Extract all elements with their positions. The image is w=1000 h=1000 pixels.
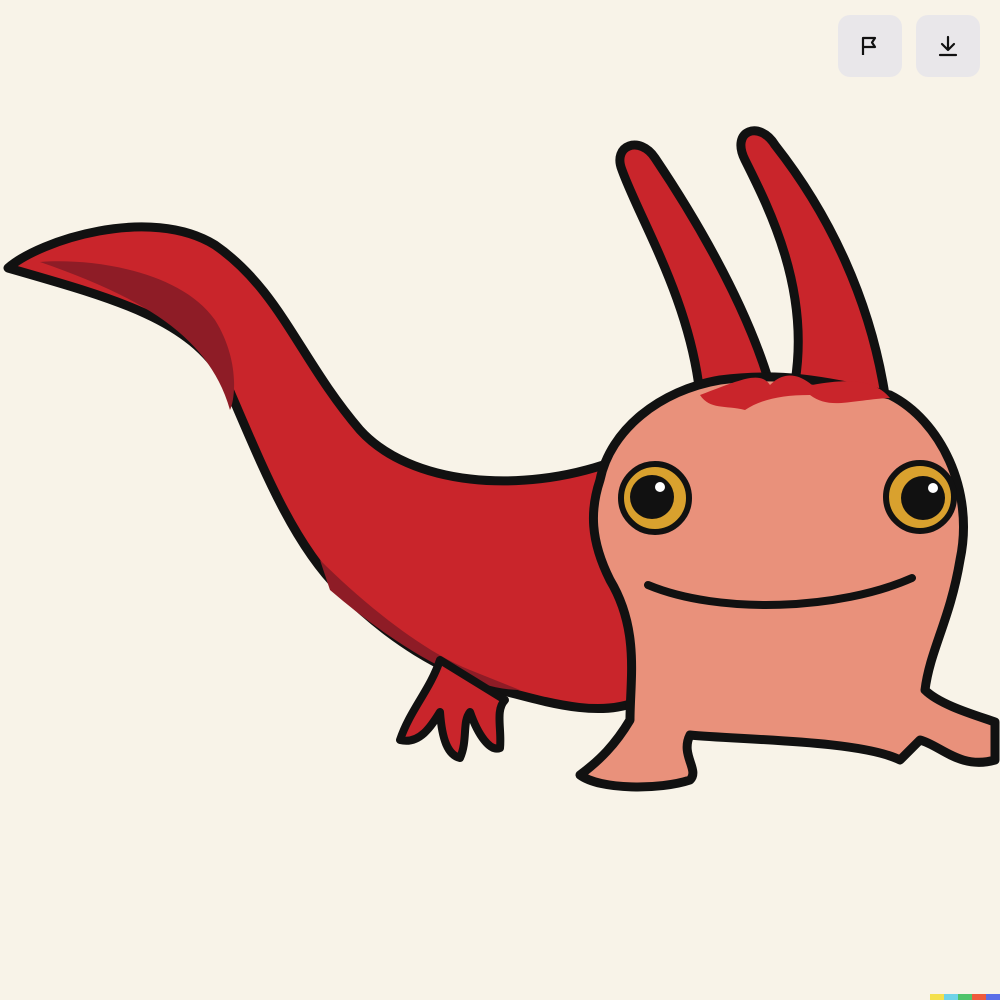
- signature-color-bar: [930, 994, 1000, 1000]
- flag-icon: [861, 36, 877, 55]
- image-viewer: [0, 0, 1000, 1000]
- axolotl-horns: [615, 126, 890, 400]
- signature-swatch: [986, 994, 1000, 1000]
- download-button[interactable]: [916, 15, 980, 77]
- signature-swatch: [930, 994, 944, 1000]
- download-icon: [938, 35, 958, 57]
- axolotl-body: [3, 222, 645, 714]
- image-toolbar: [838, 15, 980, 77]
- generated-image: [3, 126, 1000, 792]
- axolotl-right-eye: [883, 460, 957, 534]
- report-button[interactable]: [838, 15, 902, 77]
- axolotl-left-eye: [618, 461, 692, 535]
- signature-swatch: [958, 994, 972, 1000]
- signature-swatch: [944, 994, 958, 1000]
- signature-swatch: [972, 994, 986, 1000]
- axolotl-head: [575, 372, 1000, 792]
